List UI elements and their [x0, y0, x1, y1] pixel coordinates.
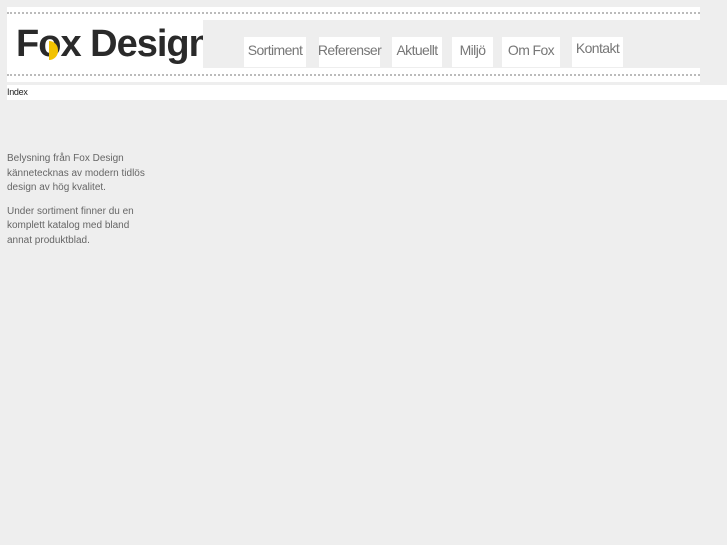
nav-referenser[interactable]: Referenser [318, 37, 382, 67]
nav-om-fox[interactable]: Om Fox [502, 37, 560, 67]
logo-text-rest: x Design [60, 23, 211, 65]
dotted-divider-top [7, 12, 700, 14]
logo-letter-f: F [16, 23, 39, 65]
site-header: Fox Design Sortiment Referenser Aktuellt… [7, 7, 700, 82]
logo-letter-o: o [38, 23, 61, 65]
intro-paragraph: Belysning från Fox Design kännetecknas a… [7, 153, 145, 193]
main-nav: Sortiment Referenser Aktuellt Miljö Om F… [203, 20, 700, 68]
breadcrumb: Index [7, 85, 727, 100]
logo-wordmark: Fox Design [16, 23, 212, 65]
breadcrumb-index[interactable]: Index [7, 87, 28, 97]
intro-text: Belysning från Fox Design kännetecknas a… [7, 152, 152, 257]
dotted-divider-bottom [7, 74, 700, 76]
intro-paragraph: Under sortiment finner du en komplett ka… [7, 205, 134, 246]
nav-miljo[interactable]: Miljö [452, 37, 493, 67]
nav-kontakt[interactable]: Kontakt [572, 37, 623, 67]
nav-sortiment[interactable]: Sortiment [244, 37, 306, 67]
nav-aktuellt[interactable]: Aktuellt [392, 37, 442, 67]
fox-design-logo[interactable]: Fox Design [7, 20, 212, 68]
